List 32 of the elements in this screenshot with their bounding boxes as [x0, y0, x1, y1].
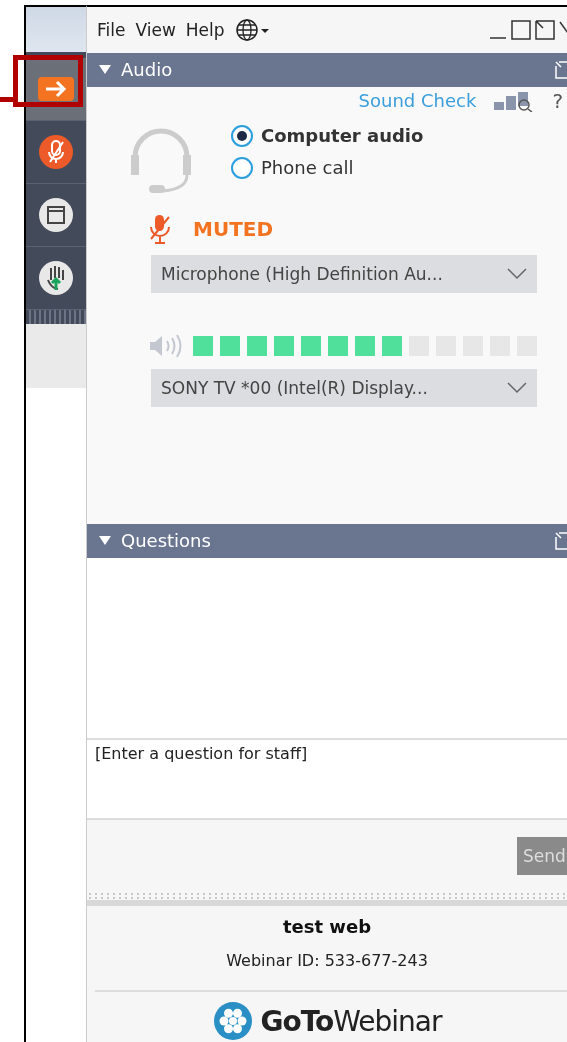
- window-icon: [38, 197, 74, 233]
- collapse-triangle-icon: [99, 64, 111, 75]
- menu-item[interactable]: Help: [185, 19, 225, 40]
- panel-header[interactable]: Questions: [87, 523, 567, 558]
- pop-out-icon[interactable]: [535, 19, 555, 40]
- webinar-name: test web: [282, 916, 372, 937]
- sidebar-header: [26, 7, 86, 52]
- radio-button[interactable]: [231, 156, 253, 179]
- mute-status: MUTED: [193, 216, 274, 241]
- webinar-id: Webinar ID: 533-677-243: [226, 951, 428, 970]
- menu-item[interactable]: View: [135, 19, 176, 40]
- chevron-down-icon: [507, 267, 527, 280]
- product-logo-text: GoToWebinar: [260, 1004, 442, 1038]
- help-icon[interactable]: ?: [552, 88, 563, 113]
- raise-hand-icon: [38, 260, 74, 296]
- speaker-icon: [149, 332, 183, 359]
- collapse-triangle-icon: [99, 535, 111, 546]
- speaker-dropdown[interactable]: SONY TV *00 (Intel(R) Display...: [151, 368, 537, 407]
- panel-header[interactable]: Audio: [87, 52, 567, 87]
- maximize-icon[interactable]: [511, 19, 531, 40]
- panel-title: Questions: [121, 530, 211, 552]
- panel-title: Audio: [121, 59, 173, 81]
- microphone-dropdown[interactable]: Microphone (High Definition Au...: [151, 254, 537, 293]
- muted-microphone-icon: [38, 134, 74, 170]
- radio-button[interactable]: [231, 124, 253, 147]
- radio-option[interactable]: Phone call: [231, 156, 424, 179]
- menu-item[interactable]: File: [97, 19, 126, 40]
- chevron-down-icon: [507, 381, 527, 394]
- radio-option[interactable]: Computer audio: [231, 124, 424, 147]
- audio-settings-icon[interactable]: [494, 89, 535, 112]
- question-input[interactable]: [Enter a question for staff]: [87, 738, 567, 821]
- resize-grip[interactable]: [26, 310, 86, 324]
